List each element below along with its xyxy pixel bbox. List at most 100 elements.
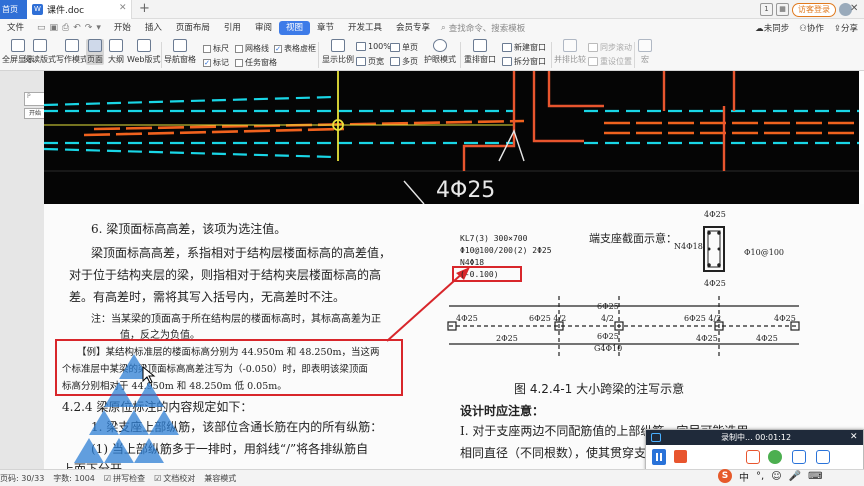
command-search[interactable]: ⌕ 查找命令、搜索模板 — [441, 22, 525, 34]
menu-references[interactable]: 引用 — [217, 19, 248, 37]
word-count[interactable]: 字数: 1004 — [53, 473, 95, 484]
guest-login-button[interactable]: 访客登录 — [792, 2, 836, 17]
checkbox-box — [235, 44, 243, 53]
color-tool-icon[interactable] — [768, 450, 782, 464]
new-window-button[interactable]: 新建窗口 — [502, 42, 546, 53]
split-window-button[interactable]: 拆分窗口 — [502, 56, 546, 67]
markup-checkbox[interactable]: ✓ 标记 — [203, 57, 229, 68]
span-label: 4/2 — [601, 314, 614, 323]
tab-count-badge[interactable]: 1 — [760, 3, 773, 16]
nav-search-box[interactable]: P — [24, 92, 46, 106]
web-layout-label: Web版式 — [127, 55, 161, 64]
new-tab-button[interactable]: + — [139, 1, 150, 16]
checkbox-box — [235, 58, 243, 67]
macro-icon — [638, 39, 652, 52]
menu-view[interactable]: 视图 — [278, 21, 310, 35]
new-window-icon — [502, 43, 512, 52]
ime-mic-icon[interactable]: 🎤 — [789, 471, 801, 482]
folder-icon[interactable]: ▭ — [37, 23, 46, 33]
page-indicator[interactable]: 页码: 30/33 — [0, 473, 44, 484]
ime-emoji-icon[interactable]: ☺ — [771, 471, 781, 482]
ime-keyboard-icon[interactable]: ⌨ — [808, 471, 822, 482]
zoom-100-button[interactable]: 100% — [356, 42, 391, 51]
skin-icon[interactable]: ▦ — [776, 3, 789, 16]
collaborate-button[interactable]: ⚇协作 — [799, 22, 824, 34]
menu-chapter[interactable]: 章节 — [310, 19, 341, 37]
share-icon: ⇪ — [833, 24, 841, 34]
nav-start-label[interactable]: 开始 — [24, 108, 46, 119]
redo-icon[interactable]: ↷ — [85, 23, 93, 33]
share-button[interactable]: ⇪分享 — [834, 22, 858, 34]
eye-care-button[interactable]: 护眼模式 — [424, 39, 456, 65]
document-tab[interactable]: W 课件.doc ✕ — [27, 0, 132, 19]
view-ribbon: 全屏显示 阅读版式 写作模式 页面 大纲 Web版式 导航窗格 标尺 网格线 ✓… — [0, 37, 864, 71]
side-by-side-button[interactable]: 并排比较 — [554, 39, 586, 65]
stop-recording-button[interactable] — [674, 450, 687, 463]
dropdown-icon[interactable]: ▾ — [96, 23, 101, 33]
save-icon[interactable]: ▣ — [50, 23, 59, 33]
file-menu[interactable]: 文件 — [0, 19, 31, 37]
rearrange-window-button[interactable]: 重排窗口 — [464, 39, 496, 65]
sync-scroll-button[interactable]: 同步滚动 — [588, 42, 632, 53]
reading-layout-button[interactable]: 阅读版式 — [24, 39, 56, 65]
nav-pane-label: 导航窗格 — [164, 55, 196, 64]
task-pane-checkbox[interactable]: 任务窗格 — [235, 57, 277, 68]
sogou-ime-icon[interactable]: S — [718, 469, 732, 483]
ime-language-toggle[interactable]: 中 — [739, 469, 749, 484]
menu-start[interactable]: 开始 — [107, 19, 138, 37]
reset-position-button[interactable]: 重设位置 — [588, 56, 632, 67]
outline-view-button[interactable]: 大纲 — [108, 39, 124, 65]
web-layout-button[interactable]: Web版式 — [127, 39, 160, 65]
ime-toolbar: S 中 °, ☺ 🎤 ⌨ — [714, 466, 864, 486]
gridlines-checkbox[interactable]: 网格线 — [235, 43, 269, 54]
collaborate-label: 协作 — [806, 24, 824, 34]
page-view-button[interactable]: 页面 — [86, 39, 104, 65]
web-layout-icon — [136, 39, 151, 52]
ime-punctuation-toggle[interactable]: °, — [756, 471, 764, 482]
span-label: 4Φ25 — [456, 314, 478, 323]
command-search-text: 查找命令、搜索模板 — [448, 24, 526, 34]
ruler-checkbox[interactable]: 标尺 — [203, 43, 229, 54]
title-bar: 首页 W 课件.doc ✕ + 1 ▦ 访客登录 ✕ — [0, 0, 864, 19]
task-pane-label: 任务窗格 — [245, 58, 277, 67]
spell-check-button[interactable]: ☑ 拼写检查 — [104, 473, 145, 484]
single-page-icon — [390, 43, 400, 52]
zoom-label: 显示比例 — [322, 55, 354, 64]
menu-insert[interactable]: 插入 — [138, 19, 169, 37]
table-frame-checkbox[interactable]: ✓ 表格虚框 — [274, 43, 316, 54]
macro-button[interactable]: 宏 — [638, 39, 652, 65]
recorder-close-icon[interactable]: ✕ — [850, 430, 858, 445]
sync-status[interactable]: ☁未同步 — [755, 22, 789, 34]
camera-tool-icon[interactable] — [816, 450, 830, 464]
single-page-button[interactable]: 单页 — [390, 42, 418, 53]
design-note-line: 相同直径（不同根数），使其贯穿支座 — [460, 446, 659, 460]
draw-tool-icon[interactable] — [746, 450, 760, 464]
menu-bar: 文件 ▭ ▣ ⎙ ↶ ↷ ▾ 开始 插入 页面布局 引用 审阅 视图 章节 开发… — [0, 19, 864, 37]
multi-page-label: 多页 — [402, 57, 418, 66]
document-page[interactable]: 4Φ25 6. 梁顶面标高高差，该项为选注值。 梁顶面标高高差，系指相对于结构层… — [44, 71, 864, 469]
undo-icon[interactable]: ↶ — [73, 23, 81, 33]
toolbar-divider — [460, 42, 461, 68]
writing-mode-button[interactable]: 写作模式 — [56, 39, 88, 65]
proofread-button[interactable]: ☑ 文档校对 — [154, 473, 195, 484]
menu-member[interactable]: 会员专享 — [389, 19, 437, 37]
nav-pane-button[interactable]: 导航窗格 — [164, 39, 196, 65]
multi-page-button[interactable]: 多页 — [390, 56, 418, 67]
checkbox-box — [203, 44, 211, 53]
pause-recording-button[interactable] — [652, 449, 666, 465]
home-tab[interactable]: 首页 — [0, 0, 27, 19]
menu-review[interactable]: 审阅 — [248, 19, 279, 37]
print-icon[interactable]: ⎙ — [62, 23, 69, 33]
split-window-label: 拆分窗口 — [514, 57, 546, 66]
page-width-button[interactable]: 页宽 — [356, 56, 384, 67]
reading-layout-label: 阅读版式 — [24, 55, 56, 64]
pen-tool-icon[interactable] — [792, 450, 806, 464]
para-line: 差。有高差时，需将其写入括号内，无高差时不注。 — [69, 290, 346, 304]
window-close-icon[interactable]: ✕ — [850, 3, 858, 14]
menu-page-layout[interactable]: 页面布局 — [169, 19, 217, 37]
camera-icon — [651, 433, 661, 442]
zoom-button[interactable]: 显示比例 — [322, 39, 354, 65]
close-tab-icon[interactable]: ✕ — [119, 3, 127, 13]
titlebar-right: 1 ▦ 访客登录 — [760, 2, 852, 17]
menu-developer[interactable]: 开发工具 — [341, 19, 389, 37]
